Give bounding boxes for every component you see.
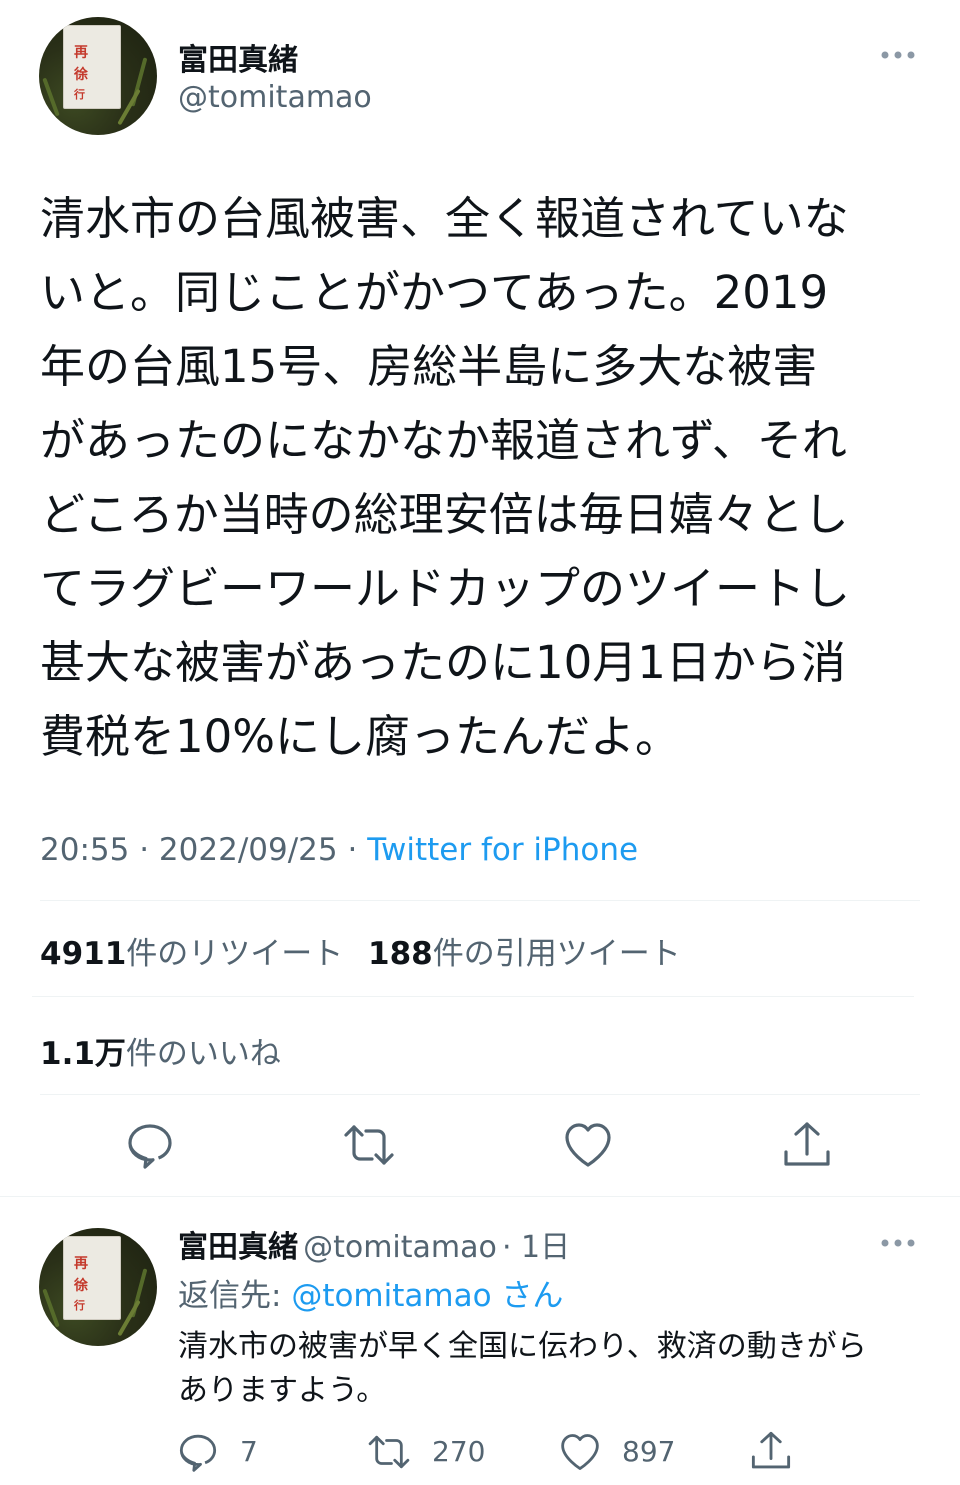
tweet-source-link[interactable]: Twitter for iPhone — [367, 832, 638, 868]
avatar-sign-image: 再 徐 行 — [63, 1236, 121, 1320]
tweet-text-line: があったのになかなか報道されず、それ — [40, 414, 847, 467]
likes-stat[interactable]: 1.1万件のいいね — [40, 1028, 281, 1073]
retweets-label: 件のリツイート — [126, 936, 344, 972]
likes-label: 件のいいね — [125, 1036, 281, 1072]
meta-separator: · — [139, 832, 150, 868]
quotes-count: 188 — [368, 936, 433, 972]
replying-to-suffix: さん — [501, 1278, 564, 1314]
tweet-text-line: 清水市の台風被害、全く報道されていな — [40, 192, 849, 245]
author-avatar[interactable]: 再 徐 行 — [39, 17, 157, 135]
reply-like-icon[interactable] — [560, 1433, 600, 1471]
meta-separator: · — [347, 832, 358, 868]
tweet-text-line: 年の台風15号、房総半島に多大な被害 — [40, 340, 818, 393]
tweet-text: 清水市の台風被害、全く報道されていな いと。同じことがかつてあった。2019 年… — [40, 182, 920, 774]
tweet-text-line: いと。同じことがかつてあった。2019 — [40, 266, 829, 319]
reply-icon[interactable] — [126, 1121, 174, 1169]
reply-age[interactable]: · 1日 — [502, 1230, 570, 1265]
divider — [0, 1196, 960, 1197]
divider — [40, 900, 920, 901]
reply-like-count: 897 — [622, 1435, 676, 1468]
reply-retweet-icon[interactable] — [366, 1432, 412, 1472]
divider — [32, 996, 914, 997]
share-icon[interactable] — [782, 1120, 832, 1170]
tweet-text-line: 甚大な被害があったのに10月1日から消 — [40, 636, 846, 689]
reply-author-avatar[interactable]: 再 徐 行 — [39, 1228, 157, 1346]
like-icon[interactable] — [564, 1122, 612, 1168]
avatar-sign-image: 再 徐 行 — [63, 25, 121, 109]
reply-ellipsis-icon[interactable] — [880, 1236, 916, 1250]
tweet-text-line: てラグビーワールドカップのツイートし — [40, 562, 851, 615]
divider — [40, 1094, 920, 1095]
replying-to-label: 返信先: — [178, 1278, 282, 1314]
quotes-stat[interactable]: 188件の引用ツイート — [368, 928, 681, 973]
tweet-timestamp-line: 20:55 · 2022/09/25 · Twitter for iPhone — [40, 832, 638, 868]
retweets-stat[interactable]: 4911件のリツイート — [40, 928, 343, 973]
author-handle[interactable]: @tomitamao — [178, 80, 372, 115]
ellipsis-icon[interactable] — [880, 48, 916, 62]
replying-to-handle[interactable]: @tomitamao — [291, 1278, 491, 1314]
author-name[interactable]: 富田真緒 — [178, 35, 298, 79]
replying-to: 返信先: @tomitamao さん — [178, 1270, 563, 1315]
reply-retweet-count: 270 — [432, 1435, 486, 1468]
reply-text-line: ありますよう。 — [178, 1373, 387, 1408]
tweet-text-line: 費税を10%にし腐ったんだよ。 — [40, 710, 681, 763]
reply-author-handle[interactable]: @tomitamao — [303, 1230, 497, 1265]
quotes-label: 件の引用ツイート — [432, 936, 681, 972]
reply-text: 清水市の被害が早く全国に伝わり、救済の動きがら ありますよう。 — [178, 1325, 928, 1413]
retweet-icon[interactable] — [341, 1121, 397, 1169]
tweet-text-line: どころか当時の総理安倍は毎日嬉々とし — [40, 488, 849, 541]
reply-share-icon[interactable] — [750, 1430, 792, 1472]
reply-reply-icon[interactable] — [178, 1432, 218, 1472]
tweet-date[interactable]: 2022/09/25 — [159, 832, 338, 868]
tweet-time[interactable]: 20:55 — [40, 832, 129, 868]
likes-count: 1.1万 — [40, 1036, 126, 1072]
reply-count: 7 — [240, 1435, 258, 1468]
reply-text-line: 清水市の被害が早く全国に伝わり、救済の動きがら — [178, 1329, 867, 1364]
reply-header: 富田真緒 @tomitamao · 1日 — [178, 1222, 570, 1266]
retweets-count: 4911 — [40, 936, 127, 972]
reply-author-name[interactable]: 富田真緒 — [178, 1230, 298, 1265]
